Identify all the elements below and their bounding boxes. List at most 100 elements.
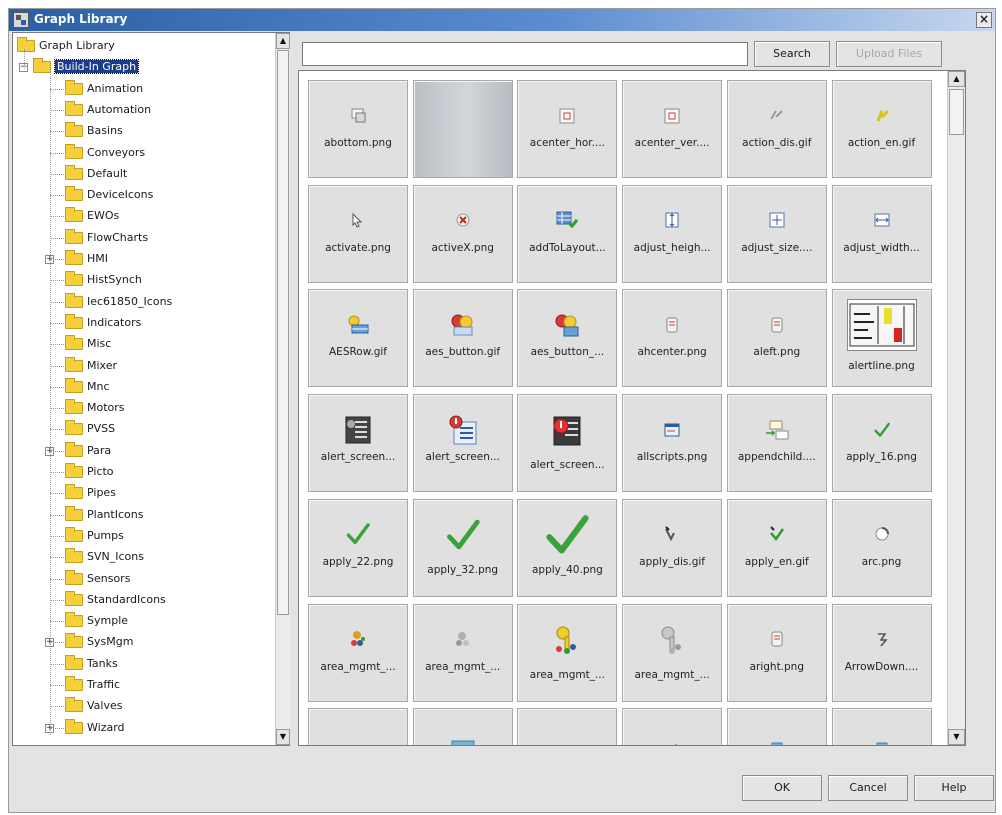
scroll-thumb[interactable] [949,89,964,135]
tree-item[interactable]: Tanks [65,654,118,674]
image-tile[interactable]: alert_screen... [517,394,618,493]
folder-tree: Graph Library Build-In Graph − Animation Aut… [12,32,290,746]
scroll-down-arrow-icon[interactable]: ▼ [948,729,965,745]
search-button[interactable]: Search [754,41,830,67]
align-hcenter-icon [623,310,721,342]
search-input[interactable] [302,42,748,66]
image-tile[interactable]: adjust_size.... [726,184,827,283]
cancel-button[interactable]: Cancel [828,775,908,801]
image-tile[interactable]: alertline.png [831,289,932,388]
image-tile[interactable]: acenter_ver.... [622,80,723,178]
tree-item[interactable]: Graph Library [17,36,115,56]
folder-icon [65,548,83,564]
folder-icon [65,228,83,244]
tree-item[interactable]: Para [65,441,111,461]
image-tile[interactable]: acenter_hor.... [517,80,618,178]
tree-connector [50,493,64,495]
tree-item[interactable]: Symple [65,611,128,631]
image-tile[interactable]: apply_40.png [517,498,618,597]
image-tile[interactable]: aright.png [726,603,827,702]
image-tile[interactable]: apply_22.png [308,498,408,597]
image-tile[interactable] [622,708,723,745]
tree-connector [50,344,64,346]
image-tile[interactable]: allscripts.png [622,394,723,493]
tree-item[interactable]: Basins [65,121,123,141]
tree-item[interactable]: Conveyors [65,143,145,163]
image-tile[interactable]: apply_en.gif [726,498,827,597]
tree-item[interactable]: FlowCharts [65,228,148,248]
tree-item[interactable]: SysMgm [65,632,133,652]
tree-item[interactable]: EWOs [65,206,119,226]
image-tile[interactable]: adjust_width... [831,184,932,283]
tree-item[interactable]: Motors [65,398,125,418]
image-tile[interactable] [412,80,513,178]
image-tile[interactable]: area_mgmt_... [517,603,618,702]
title-bar[interactable]: Graph Library × [9,9,995,31]
close-icon[interactable]: × [976,12,992,28]
image-tile[interactable]: action_dis.gif [726,80,827,178]
tree-item[interactable]: Animation [65,79,143,99]
image-tile[interactable]: activate.png [308,184,408,283]
tree-item[interactable]: HistSynch [65,270,142,290]
tree-item[interactable]: DeviceIcons [65,185,153,205]
image-tile[interactable]: aes_button.gif [412,289,513,388]
tree-item[interactable]: Wizard [65,718,125,738]
tree-item[interactable]: SVN_Icons [65,547,144,567]
image-tile[interactable]: AESRow.gif [308,289,408,388]
tree-item[interactable]: Pipes [65,483,116,503]
image-tile[interactable]: addToLayout... [517,184,618,283]
image-tile[interactable]: aes_button_... [517,289,618,388]
image-tile[interactable]: apply_dis.gif [622,498,723,597]
tree-item[interactable]: PlantIcons [65,505,143,525]
scroll-thumb[interactable] [277,50,289,615]
image-tile[interactable]: area_mgmt_... [412,603,513,702]
tree-item[interactable]: Default [65,164,127,184]
tree-item[interactable]: Indicators [65,313,141,333]
image-tile[interactable]: ahcenter.png [622,289,723,388]
scroll-up-arrow-icon[interactable]: ▲ [276,33,290,49]
image-tile[interactable]: apply_16.png [831,394,932,493]
tree-item[interactable]: Mnc [65,377,110,397]
image-tile[interactable]: abottom.png [308,80,408,178]
grid-scrollbar[interactable]: ▲ ▼ [947,71,965,745]
tree-item[interactable]: Picto [65,462,114,482]
tree-item[interactable]: Mixer [65,356,117,376]
help-button[interactable]: Help [914,775,994,801]
align-center-horizontal-icon [518,101,616,133]
image-tile[interactable]: arc.png [831,498,932,597]
folder-icon [65,484,83,500]
tree-item[interactable]: Automation [65,100,151,120]
upload-files-button[interactable]: Upload Files [836,41,942,67]
tree-item[interactable]: HMI [65,249,108,269]
tree-item[interactable]: PVSS [65,419,115,439]
ok-button[interactable]: OK [742,775,822,801]
image-tile[interactable]: appendchild.... [726,394,827,493]
tree-scrollbar[interactable]: ▲ ▼ [275,33,290,745]
scroll-down-arrow-icon[interactable]: ▼ [276,729,290,745]
tree-item[interactable]: Pumps [65,526,124,546]
tree-item[interactable]: Misc [65,334,111,354]
image-tile[interactable] [726,708,827,745]
image-tile[interactable]: alert_screen... [412,394,513,493]
image-tile[interactable]: activeX.png [412,184,513,283]
folder-icon [65,697,83,713]
tree-item[interactable]: Iec61850_Icons [65,292,172,312]
tree-item[interactable]: Sensors [65,569,130,589]
image-tile[interactable] [831,708,932,745]
tree-item[interactable]: Build-In Graph [33,57,140,77]
image-tile[interactable]: action_en.gif [831,80,932,178]
image-tile[interactable] [308,708,408,745]
image-tile[interactable]: ArrowDown.... [831,603,932,702]
image-tile[interactable]: aleft.png [726,289,827,388]
tree-item[interactable]: Valves [65,696,122,716]
tree-item[interactable]: Traffic [65,675,120,695]
image-tile[interactable] [517,708,618,745]
image-tile[interactable]: adjust_heigh... [622,184,723,283]
image-tile[interactable]: apply_32.png [412,498,513,597]
image-tile[interactable]: alert_screen... [308,394,408,493]
image-tile[interactable]: area_mgmt_... [308,603,408,702]
scroll-up-arrow-icon[interactable]: ▲ [948,71,965,87]
image-tile[interactable]: area_mgmt_... [622,603,723,702]
image-tile[interactable] [412,708,513,745]
tree-item[interactable]: StandardIcons [65,590,166,610]
